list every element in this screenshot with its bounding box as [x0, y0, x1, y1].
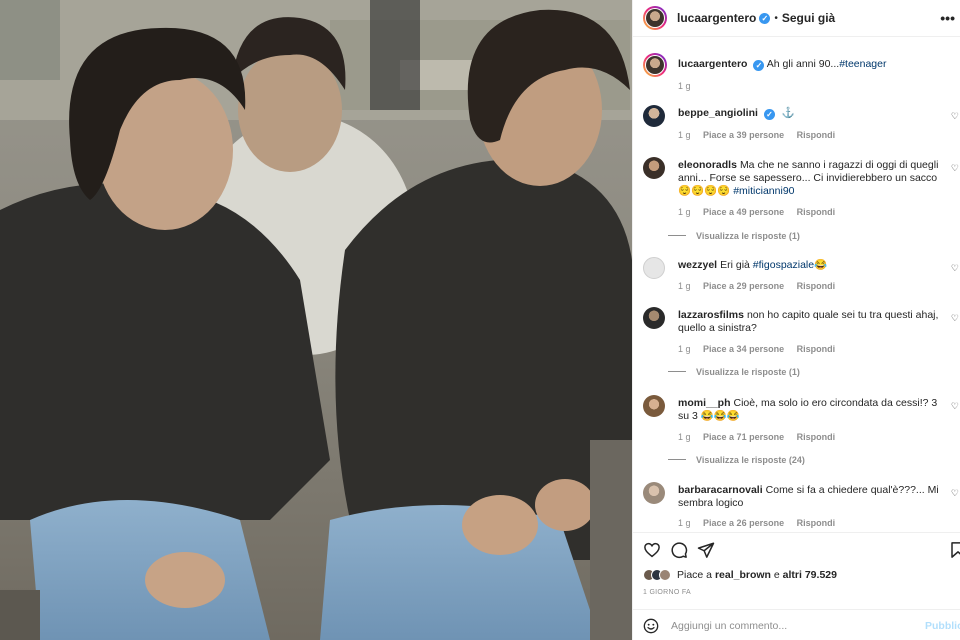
- comment-item: barbaracarnovali Come si fa a chiedere qu…: [643, 482, 959, 532]
- comment-meta: 1 g Piace a 39 persone Rispondi: [678, 130, 845, 140]
- comment-text-block: eleonoradls Ma che ne sanno i ragazzi di …: [678, 159, 948, 198]
- comment-meta: 1 g Piace a 29 persone Rispondi: [678, 281, 845, 291]
- verified-badge-icon: ✓: [763, 109, 775, 120]
- post-actions-bar: Piace a real_brown e altri 79.529 1 GIOR…: [633, 532, 960, 640]
- add-comment-bar: Pubblica: [633, 609, 960, 640]
- reply-button[interactable]: Rispondi: [797, 207, 836, 217]
- verified-badge-icon: ✓: [759, 12, 771, 24]
- likes-mid: e: [770, 569, 783, 581]
- comment-input[interactable]: [671, 616, 901, 636]
- caption-text-block: lucaargentero ✓ Ah gli anni 90...#teenage…: [678, 58, 948, 71]
- commenter-avatar[interactable]: [643, 307, 665, 329]
- post-header: lucaargentero ✓ • Segui già •••: [633, 0, 960, 36]
- comment-text-block: lazzarosfilms non ho capito quale sei tu …: [678, 309, 948, 335]
- publish-button[interactable]: Pubblica: [925, 620, 960, 632]
- comment-likes[interactable]: Piace a 71 persone: [703, 432, 784, 442]
- comment-time: 1 g: [678, 281, 691, 291]
- commenter-avatar[interactable]: [643, 482, 665, 504]
- comment-likes[interactable]: Piace a 26 persone: [703, 518, 784, 528]
- view-replies-button[interactable]: Visualizza le risposte (24): [668, 455, 805, 465]
- comment-item: momi__ph Cioè, ma solo io ero circondata …: [643, 395, 959, 471]
- more-options-icon[interactable]: •••: [940, 10, 955, 26]
- emoji-smile-icon[interactable]: [643, 618, 659, 634]
- post-photo[interactable]: [0, 0, 632, 640]
- comment-item: wezzyel Eri già #figospaziale😂 1 g Piace …: [643, 257, 959, 297]
- liker-avatar: [659, 569, 671, 581]
- comment-username[interactable]: beppe_angiolini: [678, 107, 758, 119]
- comment-username[interactable]: barbaracarnovali: [678, 484, 763, 496]
- commenter-avatar[interactable]: [643, 395, 665, 417]
- comment-hashtag[interactable]: #miticianni90: [733, 185, 794, 197]
- caption-meta: 1 g: [678, 81, 701, 91]
- comment-item: eleonoradls Ma che ne sanno i ragazzi di …: [643, 157, 959, 247]
- follow-button[interactable]: Segui già: [782, 11, 835, 25]
- caption-hashtag[interactable]: #teenager: [839, 58, 886, 70]
- comment-time: 1 g: [678, 207, 691, 217]
- author-username[interactable]: lucaargentero: [677, 11, 756, 25]
- verified-badge-icon: ✓: [753, 60, 765, 71]
- comment-meta: 1 g Piace a 71 persone Rispondi: [678, 432, 845, 442]
- comment-time: 1 g: [678, 130, 691, 140]
- comment-extra-icon: ⚓: [781, 107, 795, 119]
- post-caption: lucaargentero ✓ Ah gli anni 90...#teenage…: [643, 53, 953, 93]
- comment-text: Eri già: [720, 259, 753, 271]
- likes-prefix: Piace a: [677, 569, 715, 581]
- reply-button[interactable]: Rispondi: [797, 518, 836, 528]
- comment-likes[interactable]: Piace a 39 persone: [703, 130, 784, 140]
- comment-likes[interactable]: Piace a 29 persone: [703, 281, 784, 291]
- author-avatar[interactable]: [643, 6, 667, 30]
- caption-time: 1 g: [678, 81, 691, 91]
- comment-text-block: beppe_angiolini ✓ ⚓: [678, 107, 948, 120]
- post-photo-image: [0, 0, 632, 640]
- comment-icon[interactable]: [670, 541, 688, 559]
- comment-username[interactable]: wezzyel: [678, 259, 717, 271]
- comment-text-suffix: 😂: [814, 259, 828, 271]
- commenter-avatar[interactable]: [643, 105, 665, 127]
- share-icon[interactable]: [697, 541, 715, 559]
- commenter-avatar[interactable]: [643, 157, 665, 179]
- caption-username[interactable]: lucaargentero: [678, 58, 747, 70]
- comment-time: 1 g: [678, 432, 691, 442]
- comment-meta: 1 g Piace a 34 persone Rispondi: [678, 344, 845, 354]
- caption-author-avatar[interactable]: [643, 53, 667, 77]
- comment-item: lazzarosfilms non ho capito quale sei tu …: [643, 307, 959, 383]
- view-replies-button[interactable]: Visualizza le risposte (1): [668, 367, 800, 377]
- comment-text-block: barbaracarnovali Come si fa a chiedere qu…: [678, 484, 948, 510]
- commenter-avatar[interactable]: [643, 257, 665, 279]
- likes-user[interactable]: real_brown: [715, 569, 771, 581]
- comments-list[interactable]: lucaargentero ✓ Ah gli anni 90...#teenage…: [633, 36, 960, 532]
- view-replies-button[interactable]: Visualizza le risposte (1): [668, 231, 800, 241]
- comment-likes[interactable]: Piace a 34 persone: [703, 344, 784, 354]
- comment-text-block: wezzyel Eri già #figospaziale😂: [678, 259, 948, 272]
- reply-button[interactable]: Rispondi: [797, 281, 836, 291]
- likes-others[interactable]: altri 79.529: [783, 569, 837, 581]
- comment-time: 1 g: [678, 344, 691, 354]
- comment-time: 1 g: [678, 518, 691, 528]
- comment-text-block: momi__ph Cioè, ma solo io ero circondata …: [678, 397, 948, 423]
- comment-like-heart-icon[interactable]: ♡: [951, 488, 959, 499]
- comment-like-heart-icon[interactable]: ♡: [951, 401, 959, 412]
- post-side-panel: lucaargentero ✓ • Segui già ••• lucaarge…: [632, 0, 960, 640]
- comment-like-heart-icon[interactable]: ♡: [951, 163, 959, 174]
- comment-hashtag[interactable]: #figospaziale: [753, 259, 814, 271]
- likes-summary[interactable]: Piace a real_brown e altri 79.529: [643, 569, 837, 581]
- comment-like-heart-icon[interactable]: ♡: [951, 111, 959, 122]
- reply-button[interactable]: Rispondi: [797, 344, 836, 354]
- reply-button[interactable]: Rispondi: [797, 432, 836, 442]
- bookmark-icon[interactable]: [949, 541, 960, 559]
- comment-likes[interactable]: Piace a 49 persone: [703, 207, 784, 217]
- comment-username[interactable]: lazzarosfilms: [678, 309, 744, 321]
- comment-like-heart-icon[interactable]: ♡: [951, 263, 959, 274]
- comment-item: beppe_angiolini ✓ ⚓ 1 g Piace a 39 person…: [643, 105, 959, 145]
- caption-text: Ah gli anni 90...: [766, 58, 840, 70]
- post-time-ago: 1 GIORNO FA: [643, 589, 692, 596]
- comment-meta: 1 g Piace a 49 persone Rispondi: [678, 207, 845, 217]
- comment-meta: 1 g Piace a 26 persone Rispondi: [678, 518, 845, 528]
- header-separator: •: [774, 12, 778, 24]
- heart-icon[interactable]: [643, 541, 661, 559]
- comment-like-heart-icon[interactable]: ♡: [951, 313, 959, 324]
- comment-username[interactable]: momi__ph: [678, 397, 731, 409]
- comment-username[interactable]: eleonoradls: [678, 159, 737, 171]
- reply-button[interactable]: Rispondi: [797, 130, 836, 140]
